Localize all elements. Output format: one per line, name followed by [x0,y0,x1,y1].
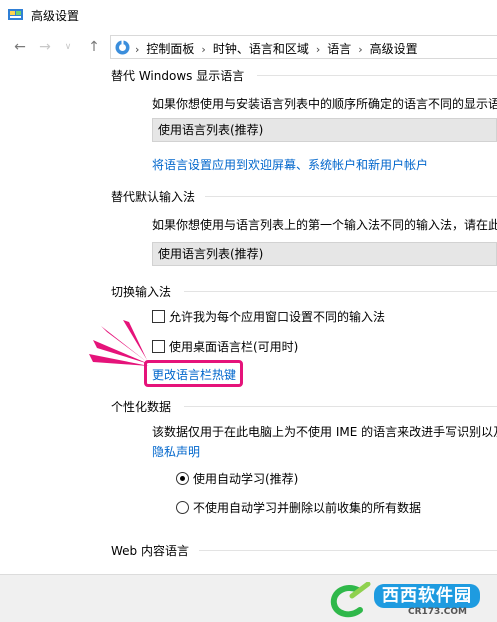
auto-learning-radio[interactable] [176,472,189,485]
personalization-description: 该数据仅用于在此电脑上为不使用 IME 的语言来改进手写识别以及 [152,425,497,439]
section-heading-display-language: 替代 Windows 显示语言 [111,69,245,83]
desktop-language-bar-checkbox[interactable] [152,340,165,353]
watermark-logo-icon [330,582,371,618]
chevron-down-icon[interactable]: ∨ [60,39,76,55]
pointer-mark-icon [89,320,149,366]
window-title: 高级设置 [31,9,80,23]
settings-content: 替代 Windows 显示语言 如果你想使用与安装语言列表中的顺序所确定的语言不… [0,64,497,574]
control-panel-icon [115,40,130,55]
section-heading-personalization: 个性化数据 [111,400,172,414]
input-method-description: 如果你想使用与语言列表上的第一个输入法不同的输入法，请在此 [152,218,497,232]
forward-arrow-icon[interactable]: → [37,39,53,55]
breadcrumb-separator: › [135,43,140,56]
privacy-statement-link[interactable]: 隐私声明 [152,443,200,460]
watermark-subtext: CR173.COM [408,607,467,617]
per-app-input-method-label[interactable]: 允许我为每个应用窗口设置不同的输入法 [169,308,385,325]
breadcrumb-advanced-settings[interactable]: 高级设置 [370,40,418,57]
no-auto-learning-label[interactable]: 不使用自动学习并删除以前收集的所有数据 [193,499,421,516]
breadcrumb: › 控制面板 › 时钟、语言和区域 › 语言 › 高级设置 [135,40,418,57]
breadcrumb-separator: › [315,43,321,56]
input-method-dropdown[interactable]: 使用语言列表(推荐) [152,242,497,266]
desktop-language-bar-label[interactable]: 使用桌面语言栏(可用时) [169,338,298,355]
breadcrumb-separator: › [358,43,363,56]
breadcrumb-separator: › [201,43,206,56]
section-divider [205,196,497,197]
auto-learning-label[interactable]: 使用自动学习(推荐) [193,470,298,487]
watermark-text: 西西软件园 [374,584,480,608]
breadcrumb-control-panel[interactable]: 控制面板 [146,40,194,57]
watermark: 西西软件园 CR173.COM [328,582,493,618]
no-auto-learning-radio[interactable] [176,501,189,514]
display-language-dropdown[interactable]: 使用语言列表(推荐) [152,118,497,142]
back-arrow-icon[interactable]: ← [12,39,28,55]
section-divider [199,550,497,551]
section-heading-input-method: 替代默认输入法 [111,190,196,204]
section-heading-web-content-language: Web 内容语言 [111,544,189,558]
section-divider [184,291,497,292]
breadcrumb-clock-language-region[interactable]: 时钟、语言和区域 [213,40,309,57]
highlight-frame [144,360,243,387]
section-heading-switch-input: 切换输入法 [111,285,172,299]
up-arrow-icon[interactable]: ↑ [86,39,102,55]
title-bar: 高级设置 [0,0,497,30]
control-panel-icon [8,9,23,20]
apply-language-settings-link[interactable]: 将语言设置应用到欢迎屏幕、系统帐户和新用户帐户 [152,156,428,173]
section-divider [257,75,497,76]
breadcrumb-language[interactable]: 语言 [327,40,351,57]
address-bar[interactable]: › 控制面板 › 时钟、语言和区域 › 语言 › 高级设置 [110,35,497,59]
display-language-description: 如果你想使用与安装语言列表中的顺序所确定的语言不同的显示语 [152,97,497,111]
navigation-bar: ← → ∨ ↑ › 控制面板 › 时钟、语言和区域 › 语言 › 高级设置 [0,30,497,64]
per-app-input-method-checkbox[interactable] [152,310,165,323]
section-divider [184,406,497,407]
